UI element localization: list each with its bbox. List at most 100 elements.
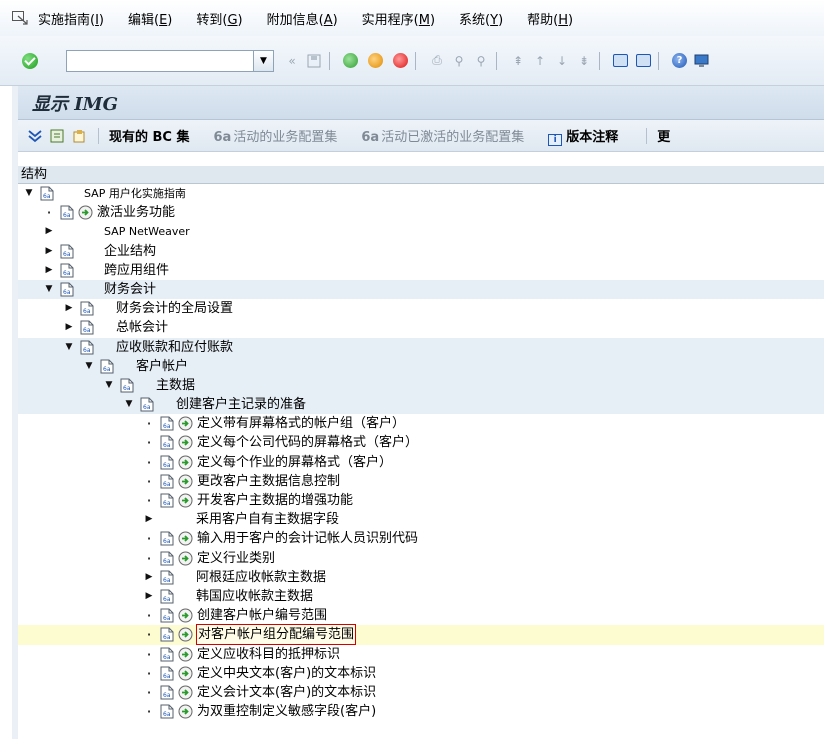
execute-icon[interactable] <box>178 627 193 642</box>
tree-node[interactable]: ▶ 6a 总帐会计 <box>18 318 824 337</box>
documentation-icon[interactable]: 6a <box>160 474 174 489</box>
execute-icon[interactable] <box>178 531 193 546</box>
documentation-icon[interactable]: 6a <box>100 359 114 374</box>
tree-node-label[interactable]: 定义带有屏幕格式的帐户组（客户） <box>197 414 405 433</box>
execute-icon[interactable] <box>178 666 193 681</box>
execute-icon[interactable] <box>178 455 193 470</box>
tree-node-label[interactable]: 定义中央文本(客户)的文本标识 <box>197 664 376 683</box>
tree-node-label[interactable]: 财务会计 <box>104 280 156 299</box>
documentation-icon[interactable]: 6a <box>160 531 174 546</box>
tree-node-label[interactable]: 开发客户主数据的增强功能 <box>197 491 353 510</box>
tree-node[interactable]: ▼ 6a 创建客户主记录的准备 <box>18 395 824 415</box>
tree-node-label[interactable]: 财务会计的全局设置 <box>116 299 233 318</box>
collapse-arrow-icon[interactable]: ▼ <box>104 376 114 395</box>
next-page-icon[interactable]: ↓ <box>554 53 570 69</box>
tree-node[interactable]: ▶ 6a 财务会计的全局设置 <box>18 299 824 318</box>
tree-node[interactable]: · 6a 为双重控制定义敏感字段(客户) <box>18 702 824 721</box>
expand-arrow-icon[interactable]: ▶ <box>64 318 74 337</box>
tree-node[interactable]: · 6a 激活业务功能 <box>18 203 824 222</box>
tree-node[interactable]: ▶ SAP NetWeaver <box>18 222 824 241</box>
tree-node-label[interactable]: 创建客户帐户编号范围 <box>197 606 327 625</box>
tree-node-label[interactable]: 输入用于客户的会计记帐人员识别代码 <box>197 529 418 548</box>
execute-icon[interactable] <box>178 551 193 566</box>
tree-node[interactable]: ▼ 6a 主数据 <box>18 375 824 396</box>
documentation-icon[interactable]: 6a <box>160 416 174 431</box>
tree-node[interactable]: · 6a 对客户帐户组分配编号范围 <box>18 624 824 646</box>
save-icon[interactable] <box>306 53 322 69</box>
menu-item-0[interactable]: 实施指南(I) <box>38 9 104 28</box>
execute-icon[interactable] <box>178 493 193 508</box>
execute-icon[interactable] <box>178 685 193 700</box>
collapse-arrow-icon[interactable]: ▼ <box>124 395 134 414</box>
previous-page-icon[interactable]: ↑ <box>532 53 548 69</box>
expand-arrow-icon[interactable]: ▶ <box>144 587 154 606</box>
active-bc-sets-button[interactable]: 6a 活动的业务配置集 <box>214 126 338 145</box>
documentation-icon[interactable]: 6a <box>160 685 174 700</box>
tree-node[interactable]: · 6a 定义带有屏幕格式的帐户组（客户） <box>18 414 824 433</box>
history-icon[interactable]: « <box>284 53 300 69</box>
menu-item-2[interactable]: 转到(G) <box>196 9 242 28</box>
documentation-icon[interactable]: 6a <box>160 435 174 450</box>
more-button[interactable]: 更 <box>657 126 670 145</box>
documentation-icon[interactable]: 6a <box>160 455 174 470</box>
release-notes-button[interactable]: i 版本注释 <box>548 126 618 146</box>
collapse-arrow-icon[interactable]: ▼ <box>44 280 54 299</box>
tree-node[interactable]: ▶ 6a 企业结构 <box>18 242 824 261</box>
tree-node[interactable]: ▼ 6a 客户帐户 <box>18 356 824 376</box>
documentation-icon[interactable]: 6a <box>60 244 74 259</box>
tree-node[interactable]: · 6a 输入用于客户的会计记帐人员识别代码 <box>18 529 824 548</box>
documentation-icon[interactable]: 6a <box>60 263 74 278</box>
exit-icon[interactable] <box>368 53 383 68</box>
tree-node-label[interactable]: 定义行业类别 <box>197 549 275 568</box>
system-menu-icon[interactable] <box>12 11 28 25</box>
tree-node-label[interactable]: 定义会计文本(客户)的文本标识 <box>197 683 376 702</box>
menu-item-1[interactable]: 编辑(E) <box>128 9 172 28</box>
tree-node-label[interactable]: 定义应收科目的抵押标识 <box>197 645 340 664</box>
tree-node-label[interactable]: 定义每个作业的屏幕格式（客户） <box>197 453 392 472</box>
help-icon[interactable]: ? <box>672 53 687 68</box>
tree-node[interactable]: ▶ 采用客户自有主数据字段 <box>18 510 824 529</box>
documentation-icon[interactable]: 6a <box>160 666 174 681</box>
expand-arrow-icon[interactable]: ▶ <box>64 299 74 318</box>
execute-icon[interactable] <box>178 704 193 719</box>
customize-layout-icon[interactable] <box>693 53 709 69</box>
command-field[interactable] <box>66 49 254 72</box>
documentation-icon[interactable]: 6a <box>160 704 174 719</box>
create-session-icon[interactable] <box>613 54 628 67</box>
find-in-tree-icon[interactable] <box>50 129 64 143</box>
collapse-arrow-icon[interactable]: ▼ <box>64 338 74 357</box>
print-icon[interactable]: ⎙ <box>429 53 445 69</box>
documentation-icon[interactable]: 6a <box>80 301 94 316</box>
documentation-icon[interactable]: 6a <box>40 186 54 201</box>
tree-node-label[interactable]: 创建客户主记录的准备 <box>176 395 306 414</box>
execute-icon[interactable] <box>178 416 193 431</box>
documentation-icon[interactable]: 6a <box>160 493 174 508</box>
documentation-icon[interactable]: 6a <box>140 397 154 412</box>
tree-node[interactable]: · 6a 开发客户主数据的增强功能 <box>18 491 824 510</box>
documentation-icon[interactable]: 6a <box>160 570 174 585</box>
tree-node-label[interactable]: 应收账款和应付账款 <box>116 338 233 357</box>
last-page-icon[interactable]: ⇟ <box>576 53 592 69</box>
execute-icon[interactable] <box>178 474 193 489</box>
documentation-icon[interactable]: 6a <box>160 608 174 623</box>
tree-node-label[interactable]: SAP 用户化实施指南 <box>84 184 186 203</box>
documentation-icon[interactable]: 6a <box>160 627 174 642</box>
tree-node-label[interactable]: 更改客户主数据信息控制 <box>197 472 340 491</box>
tree-node-label[interactable]: 主数据 <box>156 376 195 395</box>
collapse-arrow-icon[interactable]: ▼ <box>24 184 34 203</box>
tree-node-label[interactable]: 为双重控制定义敏感字段(客户) <box>197 702 376 721</box>
tree-node-label[interactable]: 总帐会计 <box>116 318 168 337</box>
tree-node[interactable]: · 6a 定义中央文本(客户)的文本标识 <box>18 664 824 683</box>
enter-checkmark-icon[interactable] <box>22 52 38 69</box>
execute-icon[interactable] <box>178 608 193 623</box>
tree-node[interactable]: ▼ 6a 财务会计 <box>18 279 824 300</box>
menu-item-5[interactable]: 系统(Y) <box>459 9 503 28</box>
execute-icon[interactable] <box>178 647 193 662</box>
tree-node[interactable]: ▶ 6a 跨应用组件 <box>18 261 824 280</box>
command-history-dropdown[interactable]: ▼ <box>254 49 274 72</box>
tree-node[interactable]: · 6a 更改客户主数据信息控制 <box>18 472 824 491</box>
expand-subtree-icon[interactable] <box>28 129 42 143</box>
tree-node-label[interactable]: 激活业务功能 <box>97 203 175 222</box>
shortcut-icon[interactable] <box>636 54 651 67</box>
menu-item-3[interactable]: 附加信息(A) <box>267 9 338 28</box>
